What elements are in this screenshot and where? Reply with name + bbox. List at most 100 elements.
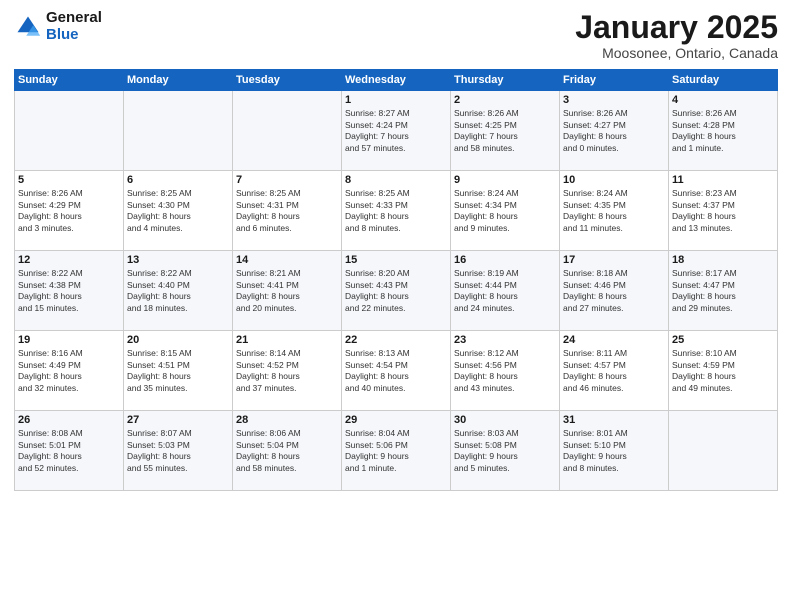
table-row: 16Sunrise: 8:19 AM Sunset: 4:44 PM Dayli… (451, 251, 560, 331)
day-info: Sunrise: 8:13 AM Sunset: 4:54 PM Dayligh… (345, 348, 447, 394)
day-info: Sunrise: 8:26 AM Sunset: 4:27 PM Dayligh… (563, 108, 665, 154)
day-info: Sunrise: 8:25 AM Sunset: 4:33 PM Dayligh… (345, 188, 447, 234)
day-number: 11 (672, 174, 774, 186)
day-info: Sunrise: 8:22 AM Sunset: 4:38 PM Dayligh… (18, 268, 120, 314)
table-row: 26Sunrise: 8:08 AM Sunset: 5:01 PM Dayli… (15, 411, 124, 491)
day-info: Sunrise: 8:25 AM Sunset: 4:31 PM Dayligh… (236, 188, 338, 234)
day-info: Sunrise: 8:25 AM Sunset: 4:30 PM Dayligh… (127, 188, 229, 234)
day-info: Sunrise: 8:12 AM Sunset: 4:56 PM Dayligh… (454, 348, 556, 394)
logo-icon (14, 13, 42, 41)
calendar-week-4: 26Sunrise: 8:08 AM Sunset: 5:01 PM Dayli… (15, 411, 778, 491)
table-row: 28Sunrise: 8:06 AM Sunset: 5:04 PM Dayli… (233, 411, 342, 491)
day-number: 25 (672, 334, 774, 346)
table-row: 19Sunrise: 8:16 AM Sunset: 4:49 PM Dayli… (15, 331, 124, 411)
table-row (124, 91, 233, 171)
day-number: 4 (672, 94, 774, 106)
table-row: 3 Sunrise: 8:26 AM Sunset: 4:27 PM Daylig… (560, 91, 669, 171)
col-saturday: Saturday (669, 70, 778, 91)
day-number: 3 (563, 94, 665, 106)
day-number: 15 (345, 254, 447, 266)
table-row (669, 411, 778, 491)
table-row: 10 Sunrise: 8:24 AM Sunset: 4:35 PM Dayli… (560, 171, 669, 251)
table-row: 12 Sunrise: 8:22 AM Sunset: 4:38 PM Dayli… (15, 251, 124, 331)
day-info: Sunrise: 8:23 AM Sunset: 4:37 PM Dayligh… (672, 188, 774, 234)
table-row: 21Sunrise: 8:14 AM Sunset: 4:52 PM Dayli… (233, 331, 342, 411)
day-number: 17 (563, 254, 665, 266)
day-info: Sunrise: 8:26 AM Sunset: 4:29 PM Dayligh… (18, 188, 120, 234)
table-row: 20 Sunrise: 8:15 AM Sunset: 4:51 PM Dayli… (124, 331, 233, 411)
col-wednesday: Wednesday (342, 70, 451, 91)
table-row: 30Sunrise: 8:03 AM Sunset: 5:08 PM Dayli… (451, 411, 560, 491)
day-info: Sunrise: 8:04 AM Sunset: 5:06 PM Dayligh… (345, 428, 447, 474)
day-info: Sunrise: 8:20 AM Sunset: 4:43 PM Dayligh… (345, 268, 447, 314)
day-number: 18 (672, 254, 774, 266)
table-row: 29 Sunrise: 8:04 AM Sunset: 5:06 PM Dayli… (342, 411, 451, 491)
table-row: 22 Sunrise: 8:13 AM Sunset: 4:54 PM Dayli… (342, 331, 451, 411)
day-number: 31 (563, 414, 665, 426)
table-row: 15 Sunrise: 8:20 AM Sunset: 4:43 PM Dayli… (342, 251, 451, 331)
header-row: Sunday Monday Tuesday Wednesday Thursday… (15, 70, 778, 91)
day-number: 29 (345, 414, 447, 426)
day-number: 19 (18, 334, 120, 346)
table-row: 17 Sunrise: 8:18 AM Sunset: 4:46 PM Dayli… (560, 251, 669, 331)
col-thursday: Thursday (451, 70, 560, 91)
day-number: 27 (127, 414, 229, 426)
day-info: Sunrise: 8:18 AM Sunset: 4:46 PM Dayligh… (563, 268, 665, 314)
table-row: 5 Sunrise: 8:26 AM Sunset: 4:29 PM Daylig… (15, 171, 124, 251)
day-number: 26 (18, 414, 120, 426)
day-number: 6 (127, 174, 229, 186)
day-info: Sunrise: 8:15 AM Sunset: 4:51 PM Dayligh… (127, 348, 229, 394)
day-number: 9 (454, 174, 556, 186)
table-row: 18Sunrise: 8:17 AM Sunset: 4:47 PM Dayli… (669, 251, 778, 331)
table-row: 25 Sunrise: 8:10 AM Sunset: 4:59 PM Dayli… (669, 331, 778, 411)
col-tuesday: Tuesday (233, 70, 342, 91)
calendar-page: General Blue January 2025 Moosonee, Onta… (0, 0, 792, 612)
day-number: 23 (454, 334, 556, 346)
table-row: 23 Sunrise: 8:12 AM Sunset: 4:56 PM Dayli… (451, 331, 560, 411)
day-number: 16 (454, 254, 556, 266)
day-info: Sunrise: 8:21 AM Sunset: 4:41 PM Dayligh… (236, 268, 338, 314)
day-number: 5 (18, 174, 120, 186)
calendar-week-1: 5 Sunrise: 8:26 AM Sunset: 4:29 PM Daylig… (15, 171, 778, 251)
table-row: 1 Sunrise: 8:27 AM Sunset: 4:24 PM Daylig… (342, 91, 451, 171)
day-info: Sunrise: 8:22 AM Sunset: 4:40 PM Dayligh… (127, 268, 229, 314)
day-info: Sunrise: 8:26 AM Sunset: 4:25 PM Dayligh… (454, 108, 556, 154)
day-number: 1 (345, 94, 447, 106)
day-number: 12 (18, 254, 120, 266)
day-info: Sunrise: 8:24 AM Sunset: 4:34 PM Dayligh… (454, 188, 556, 234)
day-info: Sunrise: 8:10 AM Sunset: 4:59 PM Dayligh… (672, 348, 774, 394)
day-number: 8 (345, 174, 447, 186)
table-row: 9 Sunrise: 8:24 AM Sunset: 4:34 PM Daylig… (451, 171, 560, 251)
day-number: 13 (127, 254, 229, 266)
day-number: 24 (563, 334, 665, 346)
table-row: 13 Sunrise: 8:22 AM Sunset: 4:40 PM Dayli… (124, 251, 233, 331)
day-number: 2 (454, 94, 556, 106)
header: General Blue January 2025 Moosonee, Onta… (14, 10, 778, 61)
day-info: Sunrise: 8:11 AM Sunset: 4:57 PM Dayligh… (563, 348, 665, 394)
day-number: 14 (236, 254, 338, 266)
logo: General Blue (14, 10, 102, 43)
table-row (15, 91, 124, 171)
table-row: 6 Sunrise: 8:25 AM Sunset: 4:30 PM Daylig… (124, 171, 233, 251)
table-row: 7Sunrise: 8:25 AM Sunset: 4:31 PM Daylig… (233, 171, 342, 251)
col-monday: Monday (124, 70, 233, 91)
day-info: Sunrise: 8:27 AM Sunset: 4:24 PM Dayligh… (345, 108, 447, 154)
day-info: Sunrise: 8:24 AM Sunset: 4:35 PM Dayligh… (563, 188, 665, 234)
col-friday: Friday (560, 70, 669, 91)
table-row: 14 Sunrise: 8:21 AM Sunset: 4:41 PM Dayli… (233, 251, 342, 331)
day-number: 22 (345, 334, 447, 346)
calendar-week-2: 12 Sunrise: 8:22 AM Sunset: 4:38 PM Dayli… (15, 251, 778, 331)
table-row: 24 Sunrise: 8:11 AM Sunset: 4:57 PM Dayli… (560, 331, 669, 411)
title-block: January 2025 Moosonee, Ontario, Canada (575, 10, 778, 61)
day-info: Sunrise: 8:06 AM Sunset: 5:04 PM Dayligh… (236, 428, 338, 474)
day-number: 20 (127, 334, 229, 346)
location: Moosonee, Ontario, Canada (575, 45, 778, 61)
calendar-week-3: 19Sunrise: 8:16 AM Sunset: 4:49 PM Dayli… (15, 331, 778, 411)
calendar-table: Sunday Monday Tuesday Wednesday Thursday… (14, 69, 778, 491)
day-number: 21 (236, 334, 338, 346)
table-row (233, 91, 342, 171)
day-info: Sunrise: 8:26 AM Sunset: 4:28 PM Dayligh… (672, 108, 774, 154)
table-row: 27Sunrise: 8:07 AM Sunset: 5:03 PM Dayli… (124, 411, 233, 491)
day-number: 10 (563, 174, 665, 186)
logo-text: General Blue (46, 10, 102, 43)
